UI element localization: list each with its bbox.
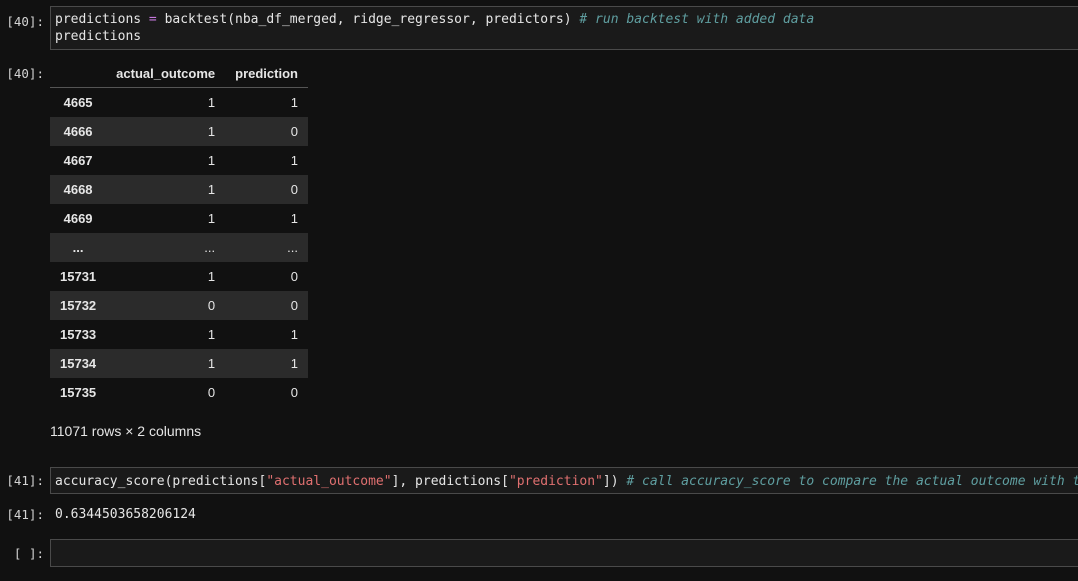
code-token: backtest(nba_df_merged, ridge_regressor,… (156, 12, 580, 27)
code-comment: # run backtest with added data (579, 12, 815, 27)
row-index: 15734 (60, 356, 97, 371)
cell-41-output-prompt: [41]: (6, 507, 44, 522)
column-header: prediction (235, 66, 298, 81)
code-token: accuracy_score(predictions[ (55, 474, 267, 489)
column-header: actual_outcome (116, 66, 216, 81)
cell-prediction: ... (287, 240, 298, 255)
row-index: 15731 (60, 269, 97, 284)
cell-prediction: 1 (290, 95, 298, 110)
table-row: 15735 0 0 (50, 378, 308, 407)
table-row: 4668 1 0 (50, 175, 308, 204)
table-row: 15731 1 0 (50, 262, 308, 291)
cell-actual-outcome: ... (204, 240, 216, 255)
cell-actual-outcome: 1 (207, 182, 216, 197)
code-operator: = (148, 12, 157, 27)
row-index: 15735 (60, 385, 97, 400)
table-header-row: actual_outcome prediction (50, 60, 308, 88)
row-index: 4666 (63, 124, 93, 139)
code-token: ]) (602, 474, 627, 489)
cell-prediction: 0 (290, 182, 298, 197)
table-row: 15734 1 1 (50, 349, 308, 378)
notebook: [40]: predictions = backtest(nba_df_merg… (0, 0, 1078, 581)
cell-actual-outcome: 1 (207, 269, 216, 284)
code-string: "prediction" (508, 474, 603, 489)
cell-40-output-prompt: [40]: (6, 66, 44, 81)
cell-prediction: 0 (290, 269, 298, 284)
cell-actual-outcome: 0 (207, 298, 216, 313)
row-index: 4667 (63, 153, 93, 168)
row-index: 4668 (63, 182, 93, 197)
cell-actual-outcome: 1 (207, 95, 216, 110)
empty-cell-code-editor[interactable] (50, 539, 1078, 567)
cell-prediction: 1 (290, 211, 298, 226)
table-row: 15732 0 0 (50, 291, 308, 320)
cell-41-code-editor[interactable]: accuracy_score(predictions["actual_outco… (50, 467, 1078, 494)
table-row: 4667 1 1 (50, 146, 308, 175)
cell-41-input-prompt: [41]: (6, 473, 44, 488)
code-token: predictions (55, 12, 149, 27)
cell-actual-outcome: 1 (207, 327, 216, 342)
cell-prediction: 1 (290, 356, 298, 371)
row-index: 15732 (60, 298, 97, 313)
row-index: ... (72, 240, 84, 255)
cell-40-code-editor[interactable]: predictions = backtest(nba_df_merged, ri… (50, 6, 1078, 50)
cell-prediction: 0 (290, 124, 298, 139)
cell-actual-outcome: 1 (207, 356, 216, 371)
cell-prediction: 1 (290, 327, 298, 342)
table-row: 15733 1 1 (50, 320, 308, 349)
cell-prediction: 1 (290, 153, 298, 168)
cell-prediction: 0 (290, 298, 298, 313)
cell-actual-outcome: 0 (207, 385, 216, 400)
row-index: 15733 (60, 327, 97, 342)
cell-40-input-prompt: [40]: (6, 14, 44, 29)
cell-actual-outcome: 1 (207, 153, 216, 168)
row-index: 4669 (63, 211, 93, 226)
cell-prediction: 0 (290, 385, 298, 400)
table-row: 4665 1 1 (50, 88, 308, 118)
code-token: predictions (55, 29, 142, 44)
empty-cell-prompt: [ ]: (13, 546, 44, 561)
table-row: 4666 1 0 (50, 117, 308, 146)
table-row: 4669 1 1 (50, 204, 308, 233)
dataframe-table: actual_outcome prediction 4665 1 1 4666 1 0 46… (50, 60, 308, 407)
accuracy-output: 0.6344503658206124 (55, 507, 196, 522)
index-header (50, 60, 106, 88)
row-index: 4665 (63, 95, 93, 110)
code-comment: # call accuracy_score to compare the act… (626, 474, 1078, 489)
code-string: "actual_outcome" (266, 474, 392, 489)
cell-actual-outcome: 1 (207, 124, 216, 139)
dataframe-shape-summary: 11071 rows × 2 columns (50, 423, 202, 439)
code-token: ], predictions[ (391, 474, 509, 489)
table-row: ......... (50, 233, 308, 262)
cell-actual-outcome: 1 (207, 211, 216, 226)
